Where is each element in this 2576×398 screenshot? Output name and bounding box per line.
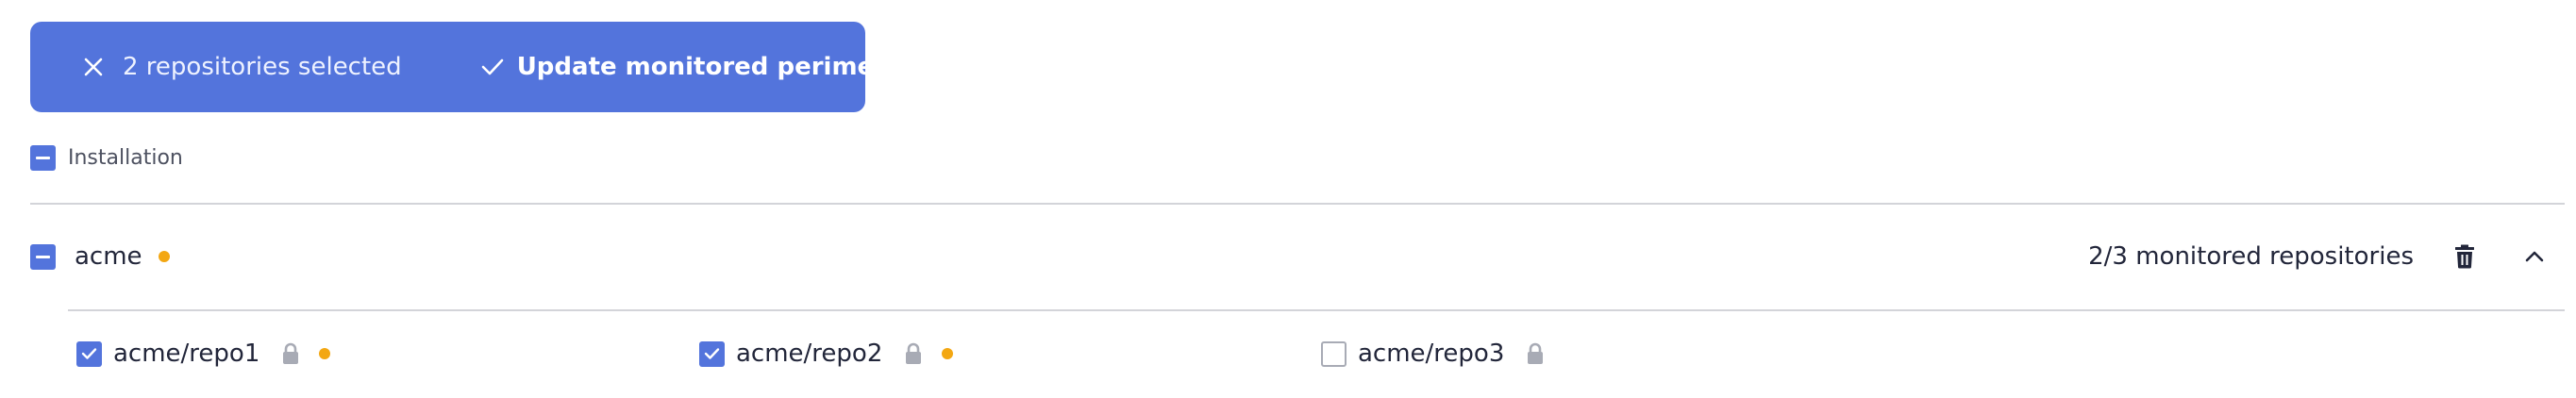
- organization-checkbox[interactable]: [30, 243, 56, 270]
- repository-item: acme/repo3: [1321, 340, 1546, 368]
- organization-name: acme: [75, 242, 142, 271]
- repository-item: acme/repo2: [699, 340, 954, 368]
- monitored-repositories-count: 2/3 monitored repositories: [2088, 242, 2414, 271]
- indeterminate-icon: [36, 157, 50, 159]
- status-dot: [942, 348, 954, 359]
- status-dot: [158, 251, 170, 262]
- repository-name: acme/repo2: [736, 340, 883, 368]
- lock-icon: [280, 341, 301, 366]
- organization-row: acme 2/3 monitored repositories: [30, 238, 2565, 275]
- divider: [30, 203, 2565, 205]
- trash-icon: [2455, 244, 2474, 269]
- indeterminate-icon: [36, 255, 50, 258]
- repository-name: acme/repo3: [1358, 340, 1505, 368]
- divider: [68, 309, 2565, 311]
- repository-checkbox[interactable]: [1321, 340, 1347, 367]
- status-dot: [319, 348, 331, 359]
- check-icon: [81, 348, 97, 359]
- repository-name: acme/repo1: [113, 340, 260, 368]
- selection-count: 2 repositories selected: [123, 53, 402, 81]
- delete-button[interactable]: [2446, 238, 2484, 275]
- collapse-button[interactable]: [2516, 238, 2553, 275]
- installation-header: Installation: [30, 145, 183, 171]
- close-icon: [84, 58, 103, 76]
- installation-checkbox[interactable]: [30, 145, 56, 171]
- check-icon: [704, 348, 720, 359]
- check-icon: [481, 58, 503, 75]
- chevron-up-icon: [2525, 251, 2544, 262]
- update-monitored-perimeter-label: Update monitored perimeter: [516, 53, 915, 81]
- repository-checkbox[interactable]: [76, 340, 102, 367]
- lock-icon: [1525, 341, 1546, 366]
- installation-label: Installation: [68, 146, 183, 170]
- selection-action-bar: 2 repositories selected Update monitored…: [30, 22, 914, 112]
- update-monitored-perimeter-button[interactable]: Update monitored perimeter: [481, 53, 914, 81]
- lock-icon: [903, 341, 924, 366]
- clear-selection-button[interactable]: [83, 46, 104, 88]
- repository-item: acme/repo1: [76, 340, 331, 368]
- repository-checkbox[interactable]: [699, 340, 725, 367]
